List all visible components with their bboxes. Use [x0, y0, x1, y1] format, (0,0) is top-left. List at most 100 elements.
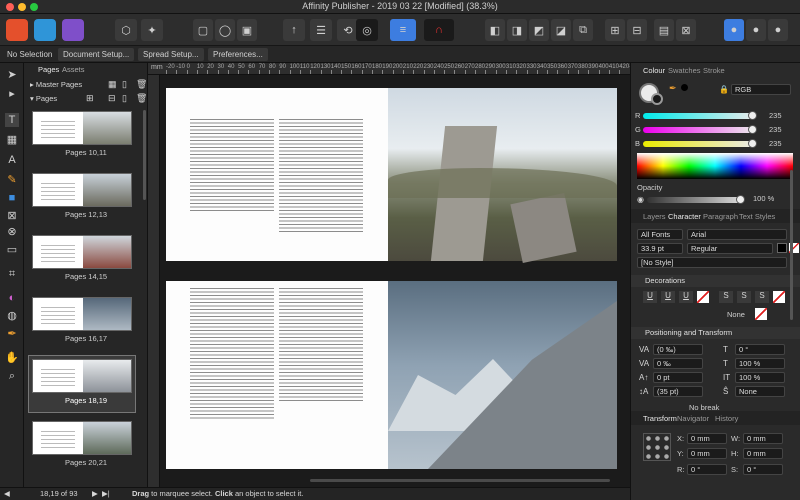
hand-tool-icon[interactable]: ✋ — [5, 351, 19, 365]
lock-icon[interactable]: ⊞ — [605, 19, 625, 41]
font-weight-select[interactable]: Regular — [687, 243, 773, 254]
fields-icon[interactable]: ⊠ — [676, 19, 696, 41]
place-image-tool-icon[interactable]: ▭ — [5, 243, 19, 257]
boolean-intersect-icon[interactable]: ◩ — [529, 19, 549, 41]
b-value[interactable]: 235 — [769, 139, 782, 148]
page-thumbnail[interactable] — [32, 111, 132, 145]
flip-icon[interactable]: ⊟ — [627, 19, 647, 41]
h-field[interactable]: 0 mm — [743, 448, 783, 459]
move-tool-icon[interactable]: ➤ — [5, 68, 19, 82]
kerning-field[interactable]: (0 ‰) — [653, 344, 703, 355]
spread-setup-button[interactable]: Spread Setup... — [138, 48, 204, 61]
table-tool-icon[interactable]: ▦ — [5, 133, 19, 147]
tab-assets[interactable]: Assets — [62, 65, 85, 74]
color-model-select[interactable]: RGB — [731, 84, 791, 95]
page-thumbnail[interactable] — [32, 235, 132, 269]
leading-field[interactable]: (35 pt) — [653, 386, 703, 397]
preflight-icon[interactable]: ◎ — [356, 19, 378, 41]
right-page-top-spread-image[interactable] — [388, 88, 617, 264]
tab-layers[interactable]: Layers — [643, 212, 666, 221]
double-underline-icon[interactable]: U — [661, 291, 675, 303]
add-master-icon[interactable]: ▦ — [108, 79, 117, 90]
opacity-slider-knob[interactable] — [736, 195, 745, 204]
underline-none-swatch[interactable] — [697, 291, 709, 303]
right-page-bottom-spread-image[interactable] — [388, 281, 617, 469]
tab-paragraph[interactable]: Paragraph — [703, 212, 738, 221]
horizontal-ruler[interactable]: mm -20 -10 0 10 20 30 40 50 60 70 80 90 100 110 120 130… — [148, 63, 630, 75]
shear-field[interactable]: 0 ° — [735, 344, 785, 355]
tab-colour[interactable]: Colour — [643, 66, 665, 75]
horizontal-scale-field[interactable]: 100 % — [735, 358, 785, 369]
double-strikethrough-icon[interactable]: S — [737, 291, 751, 303]
decorations-section-header[interactable]: Decorations — [631, 275, 800, 287]
node-tool-icon[interactable]: ▸ — [5, 87, 19, 101]
stroke-swatch[interactable] — [651, 93, 663, 105]
document-canvas[interactable] — [160, 75, 630, 487]
color-picker-tool-icon[interactable]: ✒ — [5, 327, 19, 341]
next-page-icon[interactable]: ▶ — [92, 488, 98, 500]
b-slider-knob[interactable] — [748, 139, 757, 148]
ungroup-icon[interactable]: ⧉ — [573, 19, 593, 41]
page-thumbnail[interactable] — [32, 421, 132, 455]
font-family-select[interactable]: Arial — [687, 229, 787, 240]
frame-text-tool-icon[interactable]: T — [5, 113, 19, 127]
pages-scrollbar[interactable] — [143, 110, 146, 200]
boolean-add-icon[interactable]: ◧ — [485, 19, 505, 41]
opacity-value[interactable]: 100 % — [753, 194, 774, 203]
tab-text-styles[interactable]: Text Styles — [739, 212, 775, 221]
tab-history[interactable]: History — [715, 414, 738, 423]
tab-pages[interactable]: Pages — [38, 65, 59, 74]
opacity-slider[interactable] — [647, 197, 743, 203]
underline-color-icon[interactable]: U — [679, 291, 693, 303]
page-thumbnail[interactable] — [32, 359, 132, 393]
tracking-field[interactable]: 0 ‰ — [653, 358, 703, 369]
tab-stroke[interactable]: Stroke — [703, 66, 725, 75]
master-pages-header[interactable]: ▸ Master Pages — [30, 80, 82, 89]
add-page-icon[interactable]: ⊞ — [86, 93, 94, 104]
strikethrough-none-swatch[interactable] — [773, 291, 785, 303]
select-frame-icon[interactable]: ▢ — [193, 19, 213, 41]
group-icon[interactable]: ◪ — [551, 19, 571, 41]
crop-tool-icon[interactable]: ⌗ — [5, 267, 19, 281]
text-wrap-icon[interactable]: ≡ — [390, 19, 416, 41]
transparency-tool-icon[interactable]: ◍ — [5, 309, 19, 323]
delete-page-icon[interactable]: 🗑 — [136, 93, 147, 104]
artistic-text-tool-icon[interactable]: A — [5, 153, 19, 167]
canvas-horizontal-scrollbar[interactable] — [310, 479, 610, 482]
character-style-select[interactable]: [No Style] — [637, 257, 787, 268]
capitals-field[interactable]: None — [735, 386, 785, 397]
shear-transform-field[interactable]: 0 ° — [743, 464, 783, 475]
zoom-tool-icon[interactable]: ⌕ — [5, 369, 19, 383]
delete-master-icon[interactable]: 🗑 — [136, 79, 147, 90]
text-color-swatch[interactable] — [777, 243, 787, 253]
prev-page-icon[interactable]: ◀ — [4, 488, 10, 500]
picture-frame-icon[interactable]: ▣ — [237, 19, 257, 41]
strikethrough-color-icon[interactable]: S — [755, 291, 769, 303]
left-page-bottom-spread[interactable] — [166, 281, 388, 469]
page-thumbnail[interactable] — [32, 173, 132, 207]
insert-page-icon[interactable]: ⊟ — [108, 93, 116, 104]
r-slider[interactable] — [643, 113, 755, 119]
anchor-point-grid-icon[interactable] — [643, 433, 671, 461]
positioning-section-header[interactable]: Positioning and Transform — [631, 327, 800, 339]
studio-link-icon[interactable]: ✦ — [141, 19, 163, 41]
rotation-field[interactable]: 0 ° — [687, 464, 727, 475]
g-slider[interactable] — [643, 127, 755, 133]
document-menu-icon[interactable]: ⬡ — [115, 19, 137, 41]
baseline-shift-field[interactable]: 0 pt — [653, 372, 703, 383]
b-slider[interactable] — [643, 141, 755, 147]
eyedropper-icon[interactable]: ✒ — [669, 83, 677, 94]
g-slider-knob[interactable] — [748, 125, 757, 134]
pen-tool-icon[interactable]: ✎ — [5, 173, 19, 187]
mode-speech-icon[interactable]: ● — [724, 19, 744, 41]
mode-speech-2-icon[interactable]: ● — [746, 19, 766, 41]
r-slider-knob[interactable] — [748, 111, 757, 120]
font-collection-select[interactable]: All Fonts — [637, 229, 683, 240]
ellipse-frame-tool-icon[interactable]: ⊗ — [5, 225, 19, 239]
decoration-none-swatch[interactable] — [755, 308, 767, 320]
tab-character[interactable]: Character — [668, 212, 701, 221]
designer-persona-icon[interactable] — [34, 19, 56, 41]
color-spectrum[interactable] — [637, 153, 793, 179]
mode-speech-3-icon[interactable]: ● — [768, 19, 788, 41]
photo-persona-icon[interactable] — [62, 19, 84, 41]
